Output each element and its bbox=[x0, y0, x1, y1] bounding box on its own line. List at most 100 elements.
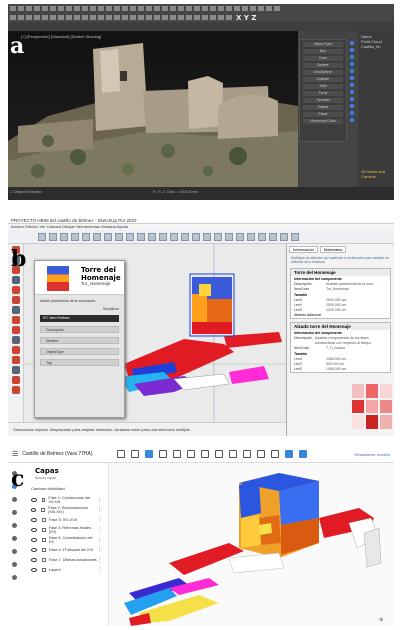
create-cone-button[interactable]: Cone bbox=[303, 56, 343, 61]
secondary-toolbar[interactable]: X Y Z bbox=[8, 13, 394, 22]
dialog-hint: Añadir parámetros de la renovación bbox=[40, 299, 96, 303]
more-icon[interactable]: ⋮ bbox=[97, 527, 102, 533]
rail-icon[interactable] bbox=[12, 562, 17, 567]
folder-icon[interactable] bbox=[116, 450, 125, 458]
field-tag[interactable]: Tag bbox=[40, 359, 119, 366]
rail-icon[interactable] bbox=[12, 549, 17, 554]
rail-icon[interactable] bbox=[12, 510, 17, 515]
project-name[interactable]: Castillo de Belmez (Vara 77HA) bbox=[22, 451, 92, 457]
viewport-caption[interactable]: [+] [Perspective] [Standard] [Default Sh… bbox=[21, 34, 101, 39]
status-selection: 1 Object Selected bbox=[10, 189, 42, 194]
fit-view-icon[interactable] bbox=[158, 450, 167, 458]
camera-icon[interactable] bbox=[242, 450, 251, 458]
box2-row: Descripción Alzados componentes de las fa… bbox=[294, 336, 372, 345]
rail-icon[interactable] bbox=[12, 536, 17, 541]
name-color-rollout[interactable]: Name and Color bbox=[303, 119, 343, 124]
component-box-2: Alzado torre del Homenaje Información de… bbox=[290, 322, 391, 373]
command-tab-icons[interactable] bbox=[350, 41, 355, 125]
scene-explorer[interactable]: Name Point Cloud Castillo_fin Art Mario … bbox=[358, 31, 394, 187]
main-toolbar[interactable] bbox=[8, 4, 394, 13]
layer-item[interactable]: Fase 5: Consolidación del XX ⋮ bbox=[21, 535, 108, 545]
eye-icon[interactable] bbox=[31, 498, 37, 502]
create-geosphere-button[interactable]: GeoSphere bbox=[303, 70, 343, 75]
field-objecttype[interactable]: ObjectType bbox=[40, 348, 119, 355]
rail-icon[interactable] bbox=[12, 523, 17, 528]
tab-informacion[interactable]: Información bbox=[289, 246, 318, 253]
eye-icon[interactable] bbox=[31, 528, 37, 532]
axis-constraints[interactable]: X Y Z bbox=[236, 14, 256, 22]
orbit-icon[interactable] bbox=[130, 450, 139, 458]
dynamic-component-dialog[interactable]: Torre del Homenaje Tor_Homenaje Añadir p… bbox=[34, 260, 125, 418]
selected-item[interactable]: IFC Item Refined bbox=[40, 315, 119, 322]
layer-color-icon bbox=[42, 548, 46, 552]
eye-icon[interactable] bbox=[31, 548, 37, 552]
view-cube-icon[interactable] bbox=[228, 450, 237, 458]
layer-color-icon bbox=[42, 518, 46, 522]
web-3d-viewport[interactable]: ⊕ bbox=[109, 463, 394, 626]
box2-size-row[interactable]: LenZ 1085.000 cm bbox=[291, 367, 390, 372]
field-nombre[interactable]: Nombre bbox=[40, 337, 119, 344]
more-icon[interactable]: ⋮ bbox=[97, 507, 102, 513]
info-tabs[interactable]: Información Materiales bbox=[287, 244, 394, 255]
section-icon[interactable] bbox=[200, 450, 209, 458]
sidebar-title: Capas bbox=[35, 467, 59, 475]
rail-icon[interactable] bbox=[12, 497, 17, 502]
layer-item[interactable]: Fase 3: XIV-XVII ⋮ bbox=[21, 515, 108, 525]
select-icon[interactable] bbox=[144, 450, 153, 458]
layers-icon[interactable] bbox=[270, 450, 279, 458]
layer-item[interactable]: Fase 2: Reconstrucción (XIII-XIV) ⋮ bbox=[21, 505, 108, 515]
layer-item[interactable]: Fase 7: Últimas actuaciones ⋮ bbox=[21, 555, 108, 565]
eye-icon[interactable] bbox=[31, 518, 37, 522]
layer-item[interactable]: Fase 4: Reformas finales (XV) ⋮ bbox=[21, 525, 108, 535]
more-icon[interactable]: ⋮ bbox=[97, 557, 102, 563]
cut-icon[interactable] bbox=[214, 450, 223, 458]
search-input[interactable]: Buscar capas bbox=[35, 476, 94, 480]
layer-color-icon bbox=[41, 538, 46, 542]
box1-dynamic[interactable]: Atributo adicional bbox=[291, 313, 390, 318]
filter-dropdown[interactable]: Simplificar bbox=[40, 307, 119, 311]
more-icon[interactable]: ⋮ bbox=[97, 547, 102, 553]
measure-icon[interactable] bbox=[186, 450, 195, 458]
zoom-window-icon[interactable] bbox=[172, 450, 181, 458]
create-torus-button[interactable]: Torus bbox=[303, 91, 343, 96]
create-cylinder-button[interactable]: Cylinder bbox=[303, 77, 343, 82]
create-tube-button[interactable]: Tube bbox=[303, 84, 343, 89]
scene-footer: Art Mario and Caroline bbox=[361, 169, 386, 179]
scene-item-castillo[interactable]: Castillo_fin bbox=[361, 44, 391, 49]
more-icon[interactable]: ⋮ bbox=[97, 497, 102, 503]
eye-icon[interactable] bbox=[31, 568, 37, 572]
more-icon[interactable]: ⋮ bbox=[97, 537, 102, 543]
menu-icon[interactable]: ☰ bbox=[12, 450, 18, 458]
ribbon-tabs[interactable] bbox=[8, 22, 394, 31]
eye-icon[interactable] bbox=[31, 558, 37, 562]
field-descripcion[interactable]: Descripción bbox=[40, 326, 119, 333]
entity-info-panel[interactable]: Información Materiales Modifique los atr… bbox=[286, 244, 394, 436]
tab-materiales[interactable]: Materiales bbox=[319, 246, 347, 253]
layer-color-icon bbox=[42, 568, 46, 572]
visibility-dropdown[interactable]: Cambiar visibilidad bbox=[31, 486, 98, 491]
sketchup-toolbar[interactable] bbox=[8, 230, 394, 244]
eye-icon[interactable] bbox=[31, 538, 37, 542]
create-box-button[interactable]: Box bbox=[303, 49, 343, 54]
create-rollout[interactable]: Object Type Box Cone Sphere GeoSphere Cy… bbox=[299, 39, 347, 142]
create-plane-button[interactable]: Plane bbox=[303, 112, 343, 117]
create-teapot-button[interactable]: Teapot bbox=[303, 105, 343, 110]
settings-icon[interactable] bbox=[256, 450, 265, 458]
status-bar: Seleccionar objetos. Mayúsculas para amp… bbox=[8, 422, 286, 436]
perspective-viewport[interactable]: [+] [Perspective] [Standard] [Default Sh… bbox=[8, 31, 298, 187]
layer-item[interactable]: Fase 1: Construcción del XII-XIII ⋮ bbox=[21, 495, 108, 505]
outliner-icon[interactable] bbox=[284, 450, 293, 458]
material-swatches[interactable] bbox=[352, 384, 392, 429]
eye-icon[interactable] bbox=[31, 508, 37, 512]
link-icon[interactable] bbox=[298, 450, 307, 458]
layer-item[interactable]: Layer0 ⋮ bbox=[21, 565, 108, 575]
info-icon[interactable] bbox=[12, 575, 17, 580]
more-icon[interactable]: ⋮ bbox=[97, 517, 102, 523]
more-icon[interactable]: ⋮ bbox=[97, 567, 102, 573]
create-sphere-button[interactable]: Sphere bbox=[303, 63, 343, 68]
reset-model-button[interactable]: Restablecer modelo bbox=[354, 452, 390, 457]
layer-item[interactable]: Fase 6: 1ª década del XXI ⋮ bbox=[21, 545, 108, 555]
panel-label-a: a bbox=[10, 33, 25, 59]
sketchup-viewport[interactable]: Torre del Homenaje Tor_Homenaje Añadir p… bbox=[24, 244, 286, 422]
create-pyramid-button[interactable]: Pyramid bbox=[303, 98, 343, 103]
